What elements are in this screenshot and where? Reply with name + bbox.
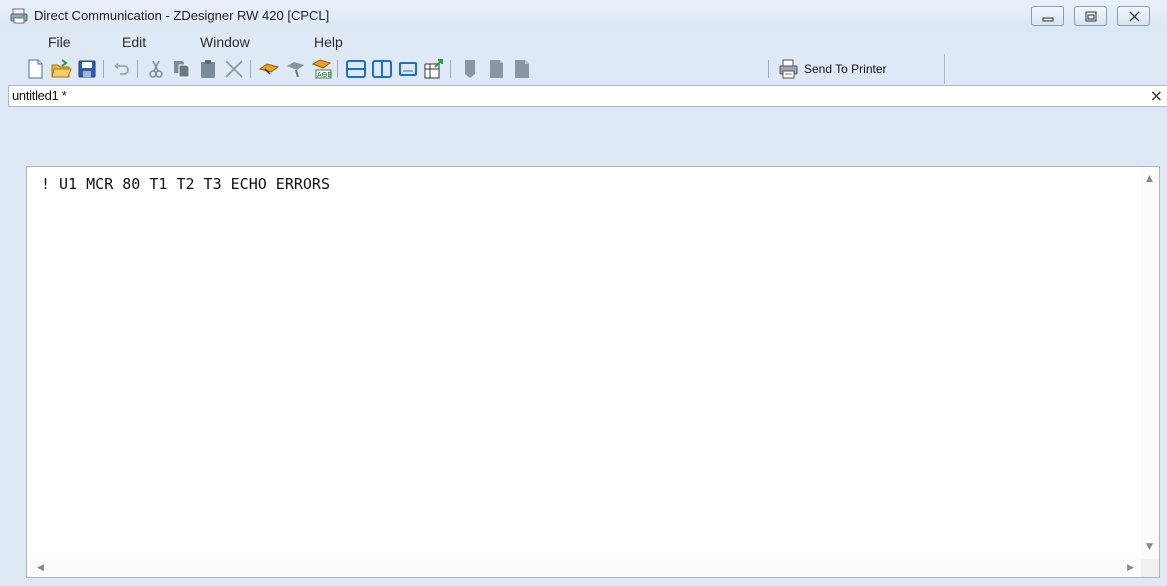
menu-edit[interactable]: Edit (118, 34, 150, 50)
toolbar-separator (250, 60, 251, 78)
document-tab-bar: untitled1 * × (8, 85, 1167, 107)
restore-icon (1085, 11, 1097, 22)
menu-window[interactable]: Window (196, 34, 254, 50)
vertical-scrollbar[interactable]: ▲ ▼ (1141, 167, 1159, 560)
label-bottom-button[interactable] (485, 58, 507, 80)
menu-bar: File Edit Window Help (0, 32, 1167, 54)
toolbar: AӨB Send To Printer (10, 54, 945, 84)
receive-icon (287, 62, 304, 78)
export-icon (424, 59, 443, 79)
toolbar-separator (337, 60, 338, 78)
tab-untitled1[interactable]: untitled1 * (12, 88, 67, 103)
close-icon (1129, 11, 1140, 22)
horizontal-scrollbar[interactable]: ◀ ▶ (27, 559, 1142, 577)
menu-file[interactable]: File (44, 34, 75, 50)
split-horizontal-button[interactable] (345, 58, 367, 80)
open-folder-icon (51, 59, 72, 78)
single-view-icon (399, 62, 417, 76)
new-file-button[interactable] (24, 58, 46, 80)
align-top-icon (465, 60, 475, 78)
send-to-printer-label: Send To Printer (804, 62, 887, 76)
title-bar[interactable]: Direct Communication - ZDesigner RW 420 … (0, 0, 1167, 32)
save-button[interactable] (76, 58, 98, 80)
cut-icon (149, 60, 163, 78)
save-icon (78, 60, 96, 78)
minimize-icon (1042, 17, 1054, 22)
maximize-button[interactable] (1074, 6, 1107, 26)
delete-button[interactable] (223, 58, 245, 80)
scroll-down-icon[interactable]: ▼ (1146, 543, 1153, 552)
undo-button[interactable] (110, 58, 132, 80)
text-mode-button[interactable]: AӨB (310, 58, 332, 80)
toolbar-separator (103, 60, 104, 78)
abc-icon: AӨB (311, 59, 332, 79)
window-title: Direct Communication - ZDesigner RW 420 … (34, 8, 330, 23)
new-file-icon (28, 59, 43, 79)
open-button[interactable] (50, 58, 72, 80)
send-command-icon (258, 63, 280, 75)
undo-icon (114, 63, 129, 75)
svg-text:AӨB: AӨB (317, 71, 332, 79)
close-tab-icon[interactable]: × (1150, 87, 1163, 105)
printer-icon (779, 59, 798, 79)
app-window: Direct Communication - ZDesigner RW 420 … (0, 0, 1167, 586)
scroll-right-icon[interactable]: ▶ (1127, 564, 1134, 573)
editor-area[interactable]: ! U1 MCR 80 T1 T2 T3 ECHO ERRORS ▲ ▼ ◀ ▶ (26, 166, 1160, 578)
label-page-button[interactable] (511, 58, 533, 80)
copy-button[interactable] (171, 58, 193, 80)
align-bottom-icon (490, 60, 503, 78)
send-to-printer-button[interactable]: Send To Printer (778, 58, 944, 80)
delete-icon (225, 60, 243, 78)
scroll-left-icon[interactable]: ◀ (37, 564, 44, 573)
menu-help[interactable]: Help (310, 34, 347, 50)
scroll-up-icon[interactable]: ▲ (1146, 175, 1153, 184)
cut-button[interactable] (145, 58, 167, 80)
receive-button[interactable] (284, 58, 306, 80)
editor-content[interactable]: ! U1 MCR 80 T1 T2 T3 ECHO ERRORS (41, 175, 330, 193)
export-button[interactable] (423, 58, 445, 80)
copy-icon (174, 61, 190, 78)
paste-icon (201, 60, 215, 78)
toolbar-separator (137, 60, 138, 78)
paste-button[interactable] (197, 58, 219, 80)
vertical-split-icon (372, 60, 392, 78)
single-view-button[interactable] (397, 58, 419, 80)
close-button[interactable] (1117, 6, 1150, 26)
label-top-button[interactable] (459, 58, 481, 80)
toolbar-separator (450, 60, 451, 78)
scrollbar-corner (1141, 559, 1159, 577)
send-command-button[interactable] (258, 58, 280, 80)
horizontal-split-icon (346, 60, 366, 78)
split-vertical-button[interactable] (371, 58, 393, 80)
toolbar-separator (768, 60, 769, 78)
align-page-icon (515, 60, 529, 78)
minimize-button[interactable] (1031, 6, 1064, 26)
printer-app-icon (10, 8, 28, 24)
